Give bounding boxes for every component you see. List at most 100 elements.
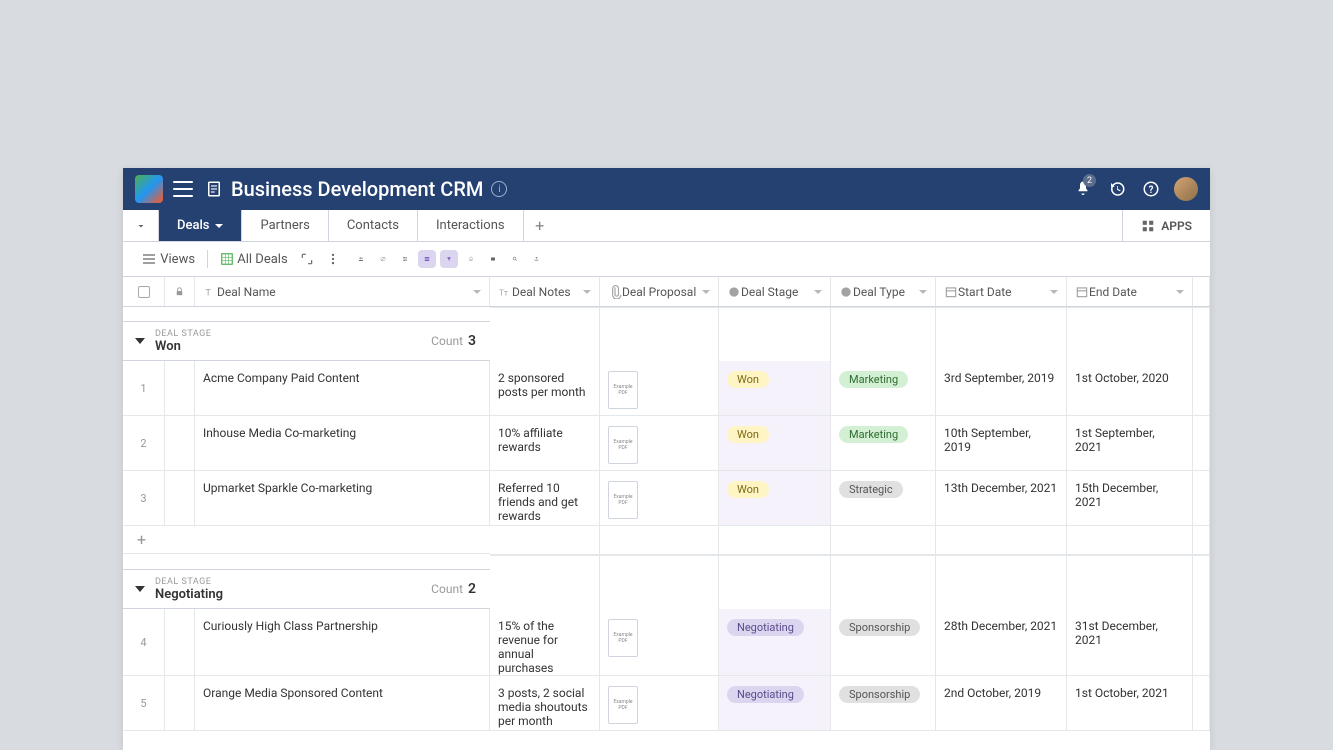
tab-partners[interactable]: Partners [242,210,328,241]
cell-deal-notes[interactable]: 3 posts, 2 social media shoutouts per mo… [490,676,600,730]
col-deal-notes[interactable]: TтDeal Notes [490,277,600,306]
cell-stage[interactable]: Won [719,416,831,470]
view-all-deals[interactable]: All Deals [214,245,294,273]
cell-deal-notes[interactable]: 10% affiliate rewards [490,416,600,470]
cell-start-date[interactable]: 10th September, 2019 [936,416,1067,470]
row-number: 3 [123,471,165,525]
apps-icon [1141,219,1155,233]
table-row[interactable]: 3 Upmarket Sparkle Co-marketing Referred… [123,471,1210,526]
cell-stage[interactable]: Negotiating [719,676,831,730]
header-bar: Business Development CRM i 2 ? [123,168,1210,210]
column-header-row: TDeal Name TтDeal Notes Deal Proposal De… [123,277,1210,307]
page-title: Business Development CRM [231,177,483,201]
pdf-attachment-icon[interactable]: ExamplePDF [608,619,638,657]
filter-icon[interactable] [440,250,458,268]
row-height-icon[interactable] [484,250,502,268]
cell-end-date[interactable]: 31st December, 2021 [1067,609,1193,675]
apps-button[interactable]: APPS [1122,210,1210,241]
views-button[interactable]: Views [135,245,201,273]
cell-type[interactable]: Marketing [831,416,936,470]
add-row-button[interactable]: + [123,526,490,554]
user-avatar[interactable] [1174,177,1198,201]
paint-icon[interactable] [462,250,480,268]
pdf-attachment-icon[interactable]: ExamplePDF [608,426,638,464]
cell-start-date[interactable]: 13th December, 2021 [936,471,1067,525]
cell-start-date[interactable]: 28th December, 2021 [936,609,1067,675]
cell-type[interactable]: Strategic [831,471,936,525]
group-icon[interactable] [418,250,436,268]
cell-stage[interactable]: Negotiating [719,609,831,675]
cell-deal-name[interactable]: Upmarket Sparkle Co-marketing [195,471,490,525]
cell-deal-name[interactable]: Curiously High Class Partnership [195,609,490,675]
cell-type[interactable]: Sponsorship [831,609,936,675]
cell-type[interactable]: Sponsorship [831,676,936,730]
group-header[interactable]: DEAL STAGEWonCount 3 [123,321,490,361]
pdf-attachment-icon[interactable]: ExamplePDF [608,481,638,519]
sliders-icon[interactable] [396,250,414,268]
collapse-group-icon[interactable] [135,586,145,592]
cell-deal-name[interactable]: Acme Company Paid Content [195,361,490,415]
text-icon: Tт [498,285,512,299]
cell-proposal[interactable]: ExamplePDF [600,471,719,525]
cell-type[interactable]: Marketing [831,361,936,415]
row-number: 2 [123,416,165,470]
table-row[interactable]: 4 Curiously High Class Partnership 15% o… [123,609,1210,676]
cell-end-date[interactable]: 15th December, 2021 [1067,471,1193,525]
cell-proposal[interactable]: ExamplePDF [600,361,719,415]
cell-stage[interactable]: Won [719,361,831,415]
cell-deal-notes[interactable]: 2 sponsored posts per month [490,361,600,415]
row-number: 4 [123,609,165,675]
collapse-tabs-icon[interactable] [123,210,159,241]
expand-icon[interactable] [294,245,320,273]
hide-icon[interactable] [374,250,392,268]
col-deal-stage[interactable]: Deal Stage [719,277,831,306]
more-icon[interactable] [320,245,346,273]
help-icon[interactable]: ? [1134,172,1168,206]
pdf-attachment-icon[interactable]: ExamplePDF [608,686,638,724]
tab-contacts[interactable]: Contacts [329,210,418,241]
row-number: 1 [123,361,165,415]
people-icon[interactable] [352,250,370,268]
col-end-date[interactable]: End Date [1067,277,1193,306]
info-icon[interactable]: i [491,181,507,197]
calendar-icon [944,285,958,299]
add-tab-button[interactable]: + [528,210,552,241]
svg-text:Tт: Tт [499,287,508,297]
share-icon[interactable] [528,250,546,268]
cell-start-date[interactable]: 3rd September, 2019 [936,361,1067,415]
svg-text:T: T [205,287,211,298]
cell-deal-notes[interactable]: 15% of the revenue for annual purchases [490,609,600,675]
cell-proposal[interactable]: ExamplePDF [600,416,719,470]
cell-end-date[interactable]: 1st October, 2020 [1067,361,1193,415]
cell-stage[interactable]: Won [719,471,831,525]
cell-end-date[interactable]: 1st October, 2021 [1067,676,1193,730]
cell-deal-name[interactable]: Orange Media Sponsored Content [195,676,490,730]
cell-start-date[interactable]: 2nd October, 2019 [936,676,1067,730]
col-deal-proposal[interactable]: Deal Proposal [600,277,719,306]
cell-proposal[interactable]: ExamplePDF [600,676,719,730]
table-row[interactable]: 5 Orange Media Sponsored Content 3 posts… [123,676,1210,731]
tab-interactions[interactable]: Interactions [418,210,524,241]
select-all-checkbox[interactable] [123,277,165,306]
col-deal-type[interactable]: Deal Type [831,277,936,306]
cell-end-date[interactable]: 1st September, 2021 [1067,416,1193,470]
hamburger-icon[interactable] [173,181,193,197]
col-deal-name[interactable]: TDeal Name [195,277,490,306]
row-number: 5 [123,676,165,730]
cell-proposal[interactable]: ExamplePDF [600,609,719,675]
table-row[interactable]: 2 Inhouse Media Co-marketing 10% affilia… [123,416,1210,471]
collapse-group-icon[interactable] [135,338,145,344]
search-icon[interactable] [506,250,524,268]
cell-deal-notes[interactable]: Referred 10 friends and get rewards [490,471,600,525]
history-icon[interactable] [1100,172,1134,206]
tab-bar: Deals Partners Contacts Interactions + A… [123,210,1210,242]
cell-deal-name[interactable]: Inhouse Media Co-marketing [195,416,490,470]
notification-icon[interactable]: 2 [1066,172,1100,206]
col-start-date[interactable]: Start Date [936,277,1067,306]
group-header[interactable]: DEAL STAGENegotiatingCount 2 [123,569,490,609]
app-logo[interactable] [135,175,163,203]
app-window: Business Development CRM i 2 ? Deals Par… [123,168,1210,750]
table-row[interactable]: 1 Acme Company Paid Content 2 sponsored … [123,361,1210,416]
pdf-attachment-icon[interactable]: ExamplePDF [608,371,638,409]
tab-deals[interactable]: Deals [159,210,242,241]
